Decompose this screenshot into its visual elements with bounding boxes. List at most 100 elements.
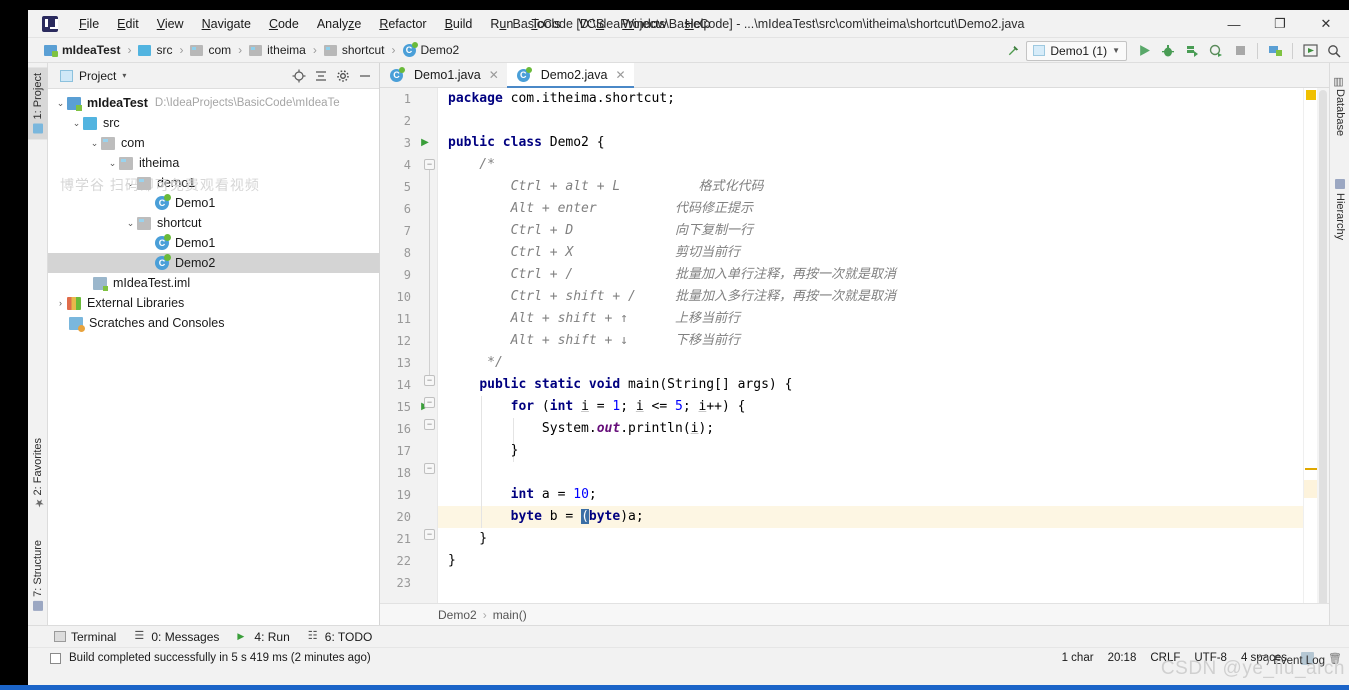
debug-icon[interactable] bbox=[1157, 40, 1179, 61]
fold-minus-icon[interactable]: − bbox=[424, 419, 435, 430]
menu-edit[interactable]: Edit bbox=[108, 14, 148, 34]
status-caret-position[interactable]: 20:18 bbox=[1108, 652, 1137, 664]
fold-minus-icon[interactable]: − bbox=[424, 159, 435, 170]
locate-icon[interactable] bbox=[289, 66, 309, 86]
line-number: 22 bbox=[396, 554, 411, 568]
code-line-1: package com.itheima.shortcut; bbox=[448, 91, 675, 106]
scrollbar-thumb[interactable] bbox=[1319, 90, 1327, 603]
breadcrumb-item-module[interactable]: mIdeaTest bbox=[42, 43, 122, 57]
chevron-down-icon[interactable]: ⌄ bbox=[124, 178, 137, 189]
breadcrumb-class[interactable]: Demo2 bbox=[438, 608, 477, 622]
trash-icon[interactable]: 🗑 bbox=[1328, 652, 1342, 665]
chevron-down-icon[interactable]: ⌄ bbox=[106, 158, 119, 169]
sidebar-item-structure[interactable]: 7: Structure bbox=[28, 534, 48, 617]
tool-window-messages[interactable]: ☰ 0: Messages bbox=[134, 630, 219, 644]
chevron-down-icon[interactable]: ▾ bbox=[122, 71, 126, 80]
hammer-build-icon[interactable] bbox=[1002, 40, 1024, 61]
run-gutter-icon[interactable]: ▶ bbox=[415, 132, 435, 154]
tree-node-src[interactable]: ⌄ src bbox=[48, 113, 379, 133]
sidebar-item-hierarchy[interactable]: Hierarchy bbox=[1330, 173, 1349, 246]
menu-file[interactable]: File bbox=[70, 14, 108, 34]
menu-vcs[interactable]: VCS bbox=[570, 14, 614, 34]
chevron-down-icon[interactable]: ⌄ bbox=[88, 138, 101, 149]
tree-node-shortcut-demo2[interactable]: C Demo2 bbox=[48, 253, 379, 273]
tree-node-shortcut-pkg[interactable]: ⌄ shortcut bbox=[48, 213, 379, 233]
close-icon[interactable]: ✕ bbox=[489, 68, 499, 82]
tree-node-com[interactable]: ⌄ com bbox=[48, 133, 379, 153]
status-checkbox-icon[interactable] bbox=[50, 652, 61, 664]
tool-window-run[interactable]: ▶ 4: Run bbox=[237, 630, 289, 644]
fold-minus-icon[interactable]: − bbox=[424, 397, 435, 408]
breadcrumb-item-itheima[interactable]: itheima bbox=[247, 43, 308, 57]
minimize-button[interactable]: — bbox=[1211, 10, 1257, 38]
fold-minus-icon[interactable]: − bbox=[424, 529, 435, 540]
error-marker-rail[interactable] bbox=[1303, 88, 1318, 603]
sidebar-item-favorites[interactable]: ★ 2: Favorites bbox=[28, 432, 48, 515]
breadcrumb-item-class[interactable]: C Demo2 bbox=[401, 41, 462, 57]
event-log-button[interactable]: Event Log bbox=[1257, 655, 1325, 667]
menu-help[interactable]: Help bbox=[676, 14, 720, 34]
close-button[interactable]: ✕ bbox=[1303, 10, 1349, 38]
project-structure-icon[interactable] bbox=[1264, 40, 1286, 61]
sidebar-item-database[interactable]: ▥ Database bbox=[1330, 69, 1349, 142]
run-with-coverage-icon[interactable] bbox=[1181, 40, 1203, 61]
close-icon[interactable]: ✕ bbox=[615, 68, 625, 82]
stop-icon[interactable] bbox=[1229, 40, 1251, 61]
search-icon[interactable] bbox=[1323, 40, 1345, 61]
run-configuration-selector[interactable]: Demo1 (1) ▼ bbox=[1026, 40, 1127, 61]
menu-view[interactable]: View bbox=[148, 14, 193, 34]
profile-icon[interactable] bbox=[1205, 40, 1227, 61]
status-line-separator[interactable]: CRLF bbox=[1150, 652, 1180, 664]
tab-demo2-java[interactable]: C Demo2.java ✕ bbox=[506, 63, 634, 88]
update-icon[interactable] bbox=[1299, 40, 1321, 61]
code-line-20: byte b = (byte)a; bbox=[510, 509, 644, 524]
collapse-all-icon[interactable] bbox=[311, 66, 331, 86]
menu-run[interactable]: Run bbox=[481, 14, 522, 34]
status-bar: Build completed successfully in 5 s 419 … bbox=[28, 647, 1349, 668]
status-encoding[interactable]: UTF-8 bbox=[1194, 652, 1227, 664]
menu-tools[interactable]: Tools bbox=[522, 14, 569, 34]
tree-node-demo1-pkg[interactable]: ⌄ demo1 bbox=[48, 173, 379, 193]
breadcrumb-item-com[interactable]: com bbox=[188, 43, 233, 57]
main-toolbar: Demo1 (1) ▼ bbox=[1002, 38, 1345, 63]
chevron-right-icon[interactable]: › bbox=[54, 298, 67, 308]
project-panel-title[interactable]: Project ▾ bbox=[52, 69, 126, 83]
code-editor[interactable]: 1 2 3 4 5 6 7 8 9 10 11 12 13 14 15 16 1 bbox=[380, 88, 1329, 603]
menu-build[interactable]: Build bbox=[436, 14, 482, 34]
chevron-down-icon[interactable]: ⌄ bbox=[70, 118, 83, 129]
code-text-area[interactable]: package com.itheima.shortcut; public cla… bbox=[438, 88, 1303, 603]
menu-analyze[interactable]: Analyze bbox=[308, 14, 370, 34]
tree-node-demo1-class[interactable]: C Demo1 bbox=[48, 193, 379, 213]
tool-window-todo[interactable]: ☷ 6: TODO bbox=[308, 630, 373, 644]
menu-code[interactable]: Code bbox=[260, 14, 308, 34]
toolbar-divider bbox=[1292, 42, 1293, 59]
tree-node-mideatest[interactable]: ⌄ mIdeaTest D:\IdeaProjects\BasicCode\mI… bbox=[48, 93, 379, 113]
editor-gutter[interactable]: 1 2 3 4 5 6 7 8 9 10 11 12 13 14 15 16 1 bbox=[380, 88, 438, 603]
code-line-14: public static void main(String[] args) { bbox=[479, 377, 793, 392]
tree-node-scratches[interactable]: Scratches and Consoles bbox=[48, 313, 379, 333]
warning-marker-icon[interactable] bbox=[1306, 90, 1316, 100]
breadcrumb-item-src[interactable]: src bbox=[136, 43, 174, 57]
menu-window[interactable]: Window bbox=[613, 14, 675, 34]
breadcrumb-item-shortcut[interactable]: shortcut bbox=[322, 43, 387, 57]
maximize-button[interactable]: ❐ bbox=[1257, 10, 1303, 38]
fold-minus-icon[interactable]: − bbox=[424, 375, 435, 386]
chevron-down-icon[interactable]: ⌄ bbox=[124, 218, 137, 229]
tool-window-terminal[interactable]: Terminal bbox=[54, 630, 116, 644]
tab-demo1-java[interactable]: C Demo1.java ✕ bbox=[380, 63, 507, 87]
tree-node-external-libraries[interactable]: › External Libraries bbox=[48, 293, 379, 313]
tree-node-itheima[interactable]: ⌄ itheima bbox=[48, 153, 379, 173]
settings-gear-icon[interactable] bbox=[333, 66, 353, 86]
hide-panel-icon[interactable] bbox=[355, 66, 375, 86]
chevron-down-icon[interactable]: ⌄ bbox=[54, 98, 67, 109]
run-icon[interactable] bbox=[1133, 40, 1155, 61]
tree-node-iml[interactable]: mIdeaTest.iml bbox=[48, 273, 379, 293]
fold-minus-icon[interactable]: − bbox=[424, 463, 435, 474]
sidebar-item-project[interactable]: 1: Project bbox=[28, 67, 48, 140]
breadcrumb-method[interactable]: main() bbox=[493, 608, 527, 622]
editor-scrollbar[interactable] bbox=[1317, 88, 1329, 603]
tree-node-shortcut-demo1[interactable]: C Demo1 bbox=[48, 233, 379, 253]
menu-navigate[interactable]: Navigate bbox=[193, 14, 260, 34]
menu-refactor[interactable]: Refactor bbox=[370, 14, 435, 34]
line-number: 11 bbox=[396, 312, 411, 326]
